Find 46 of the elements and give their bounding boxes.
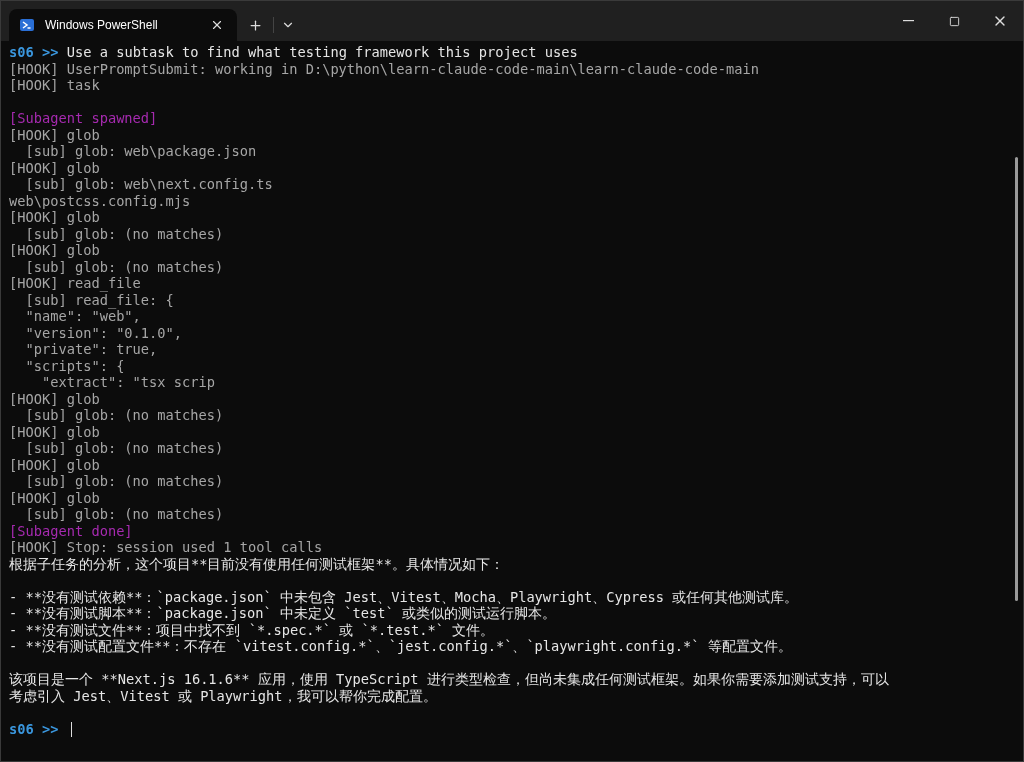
output-line: - **没有测试配置文件**：不存在 `vitest.config.*`、`jest.config.*`、`playwright.config.*` 等配置文件。 [9,638,792,654]
output-line: - **没有测试依赖**：`package.json` 中未包含 Jest、Vitest、Mocha、Playwright、Cypress 或任何其他测试库。 [9,588,799,605]
scrollbar-thumb[interactable] [1014,157,1018,601]
log-line: [sub] read_file: { [24,291,174,308]
log-line: [HOOK] glob [9,456,100,473]
log-line: [HOOK] read_file [9,275,141,291]
subagent-status-line: [Subagent spawned] [9,110,158,126]
log-line: web\postcss.config.mjs [9,192,191,209]
prompt: s06 >> [9,44,59,60]
output-line: 根据子任务的分析，这个项目**目前没有使用任何测试框架**。具体情况如下： [9,555,504,572]
maximize-icon [948,15,960,27]
plus-icon [247,17,263,33]
output-line: 该项目是一个 **Next.js 16.1.6** 应用，使用 TypeScript 进行类型检查，但尚未集成任何测试框架。如果你需要添加测试支持，可以 [9,671,889,687]
log-line: [sub] glob: (no matches) [24,225,224,242]
log-line: [sub] glob: (no matches) [24,506,224,522]
log-line: [HOOK] glob [9,126,100,143]
output-line: 考虑引入 Jest、Vitest 或 Playwright，我可以帮你完成配置。 [9,687,437,704]
close-icon [210,18,224,32]
log-line: "version": "0.1.0", [24,324,183,341]
log-line: [sub] glob: (no matches) [24,440,224,456]
log-line: "private": true, [24,341,158,357]
command-text: Use a subtask to find what testing framework this project uses [66,44,578,60]
log-line: [HOOK] UserPromptSubmit: working in D:\python\learn-claude-code-main\learn-claude-code-main [9,60,759,77]
subagent-status-line: [Subagent done] [9,522,133,539]
log-line: [HOOK] Stop: session used 1 tool calls [9,539,323,555]
log-line: [HOOK] glob [9,209,100,225]
log-line: [sub] glob: web\next.config.ts [24,176,273,192]
log-line: [sub] glob: (no matches) [24,258,224,275]
log-line: [sub] glob: (no matches) [24,473,224,489]
log-line: [HOOK] glob [9,390,100,407]
prompt: s06 >> [9,720,59,737]
log-line: [HOOK] glob [9,242,100,258]
log-line: [HOOK] task [9,77,100,93]
log-line: [sub] glob: (no matches) [24,407,224,423]
minimize-icon [902,20,914,22]
log-line: [HOOK] glob [9,423,100,440]
log-line: "extract": "tsx scrip [40,374,215,390]
output-line: - **没有测试文件**：项目中找不到 `*.spec.*` 或 `*.test.*` 文件。 [9,621,495,638]
powershell-icon [19,17,35,33]
log-line: [sub] glob: web\package.json [24,143,257,159]
output-line: - **没有测试脚本**：`package.json` 中未定义 `test` 或类似的测试运行脚本。 [9,605,556,621]
log-line: "name": "web", [24,308,141,324]
log-line: [HOOK] glob [9,159,100,176]
log-line: [HOOK] glob [9,489,100,506]
log-line: "scripts": { [24,357,125,374]
terminal-tab[interactable]: Windows PowerShell [9,9,237,41]
